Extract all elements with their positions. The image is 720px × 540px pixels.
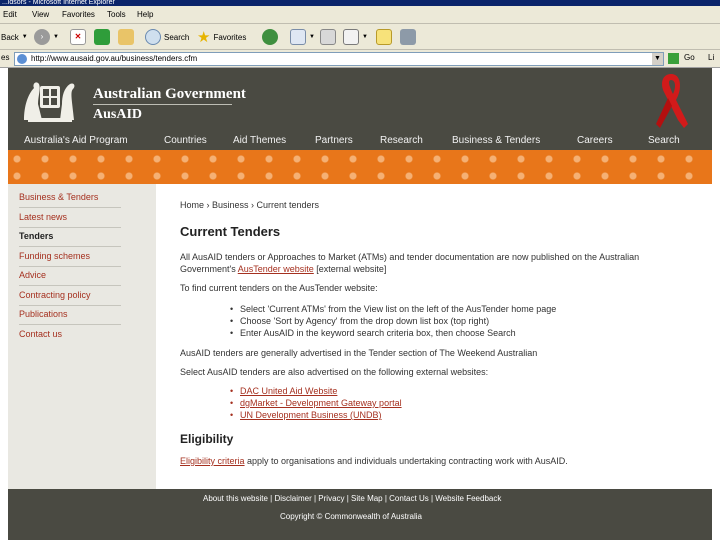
stop-icon: ✕ (70, 29, 86, 45)
address-input[interactable]: http://www.ausaid.gov.au/business/tender… (14, 52, 664, 66)
nav-research[interactable]: Research (380, 135, 423, 146)
back-button[interactable]: Back ▼ (1, 28, 28, 46)
eligibility-heading: Eligibility (180, 432, 234, 446)
menu-help[interactable]: Help (137, 10, 153, 19)
history-icon (262, 29, 278, 45)
star-icon: ★ (197, 29, 211, 46)
main-content: Home › Business › Current tenders Curren… (156, 184, 712, 489)
note-icon (376, 29, 392, 45)
home-icon (118, 29, 134, 45)
address-bar: es http://www.ausaid.gov.au/business/ten… (0, 50, 720, 68)
find-instructions: To find current tenders on the AusTender… (180, 283, 378, 293)
eligibility-line: Eligibility criteria apply to organisati… (180, 456, 568, 466)
footer-copyright: Copyright © Commonwealth of Australia (280, 512, 422, 521)
coat-of-arms-logo (24, 82, 75, 122)
site-footer: About this website | Disclaimer | Privac… (8, 489, 712, 540)
nav-countries[interactable]: Countries (164, 135, 207, 146)
research-icon (400, 29, 416, 45)
search-button[interactable]: Search (145, 28, 189, 46)
go-arrow-icon[interactable] (668, 53, 679, 64)
sidebar-item-funding-schemes[interactable]: Funding schemes (19, 247, 121, 267)
address-label: es (1, 53, 10, 62)
nav-careers[interactable]: Careers (577, 135, 613, 146)
nav-search[interactable]: Search (648, 135, 680, 146)
sidebar-item-publications[interactable]: Publications (19, 305, 121, 325)
edit-button[interactable]: ▼ (343, 28, 368, 46)
agency-name: AusAID (93, 107, 143, 122)
sidebar-item-contracting-policy[interactable]: Contracting policy (19, 286, 121, 306)
browser-toolbar: Back ▼ › ▼ ✕ Search ★ Favorites ▼ ▼ (0, 24, 720, 50)
mail-button[interactable]: ▼ (290, 28, 315, 46)
stop-button[interactable]: ✕ (70, 28, 86, 46)
dropdown-arrow-icon: ▼ (21, 34, 28, 40)
nav-aid-program[interactable]: Australia's Aid Program (24, 135, 128, 146)
edit-icon (343, 29, 359, 45)
refresh-button[interactable] (94, 28, 110, 46)
step-list-item: Choose 'Sort by Agency' from the drop do… (230, 316, 489, 326)
search-icon (145, 29, 161, 45)
menu-view[interactable]: View (32, 10, 49, 19)
nav-business-tenders[interactable]: Business & Tenders (452, 135, 540, 146)
red-ribbon-icon (656, 74, 688, 128)
intro-line-1: All AusAID tenders or Approaches to Mark… (180, 252, 640, 262)
dropdown-arrow-icon: ▼ (309, 34, 315, 40)
advertised-text: AusAID tenders are generally advertised … (180, 348, 538, 358)
go-button[interactable]: Go (684, 53, 695, 62)
back-button-label: Back (1, 32, 19, 42)
favorites-button-label: Favorites (213, 32, 247, 42)
external-link-undb[interactable]: UN Development Business (UNDB) (230, 410, 382, 420)
austender-link[interactable]: AusTender website (238, 264, 314, 274)
breadcrumb[interactable]: Home › Business › Current tenders (180, 200, 319, 210)
header-divider (93, 104, 232, 105)
footer-links[interactable]: About this website | Disclaimer | Privac… (203, 494, 501, 503)
step-list-item: Select 'Current ATMs' from the View list… (230, 304, 556, 314)
address-dropdown-icon[interactable]: ▼ (652, 53, 663, 65)
research-button[interactable] (400, 28, 416, 46)
intro-line-2: Government's AusTender website [external… (180, 264, 386, 274)
links-button[interactable]: Li (708, 53, 714, 62)
mail-icon (290, 29, 306, 45)
refresh-icon (94, 29, 110, 45)
sidebar-item-business-tenders[interactable]: Business & Tenders (19, 188, 121, 208)
menu-edit[interactable]: Edit (3, 10, 17, 19)
home-button[interactable] (118, 28, 134, 46)
page-title: Current Tenders (180, 224, 281, 239)
external-website-note: [external website] (313, 264, 387, 274)
decorative-pattern-banner (8, 150, 712, 184)
print-icon (320, 29, 336, 45)
eligibility-criteria-link[interactable]: Eligibility criteria (180, 456, 245, 466)
dropdown-arrow-icon: ▼ (53, 34, 59, 40)
government-name: Australian Government (93, 86, 246, 102)
intro-text: Government's (180, 264, 238, 274)
nav-partners[interactable]: Partners (315, 135, 353, 146)
sidebar-item-latest-news[interactable]: Latest news (19, 208, 121, 228)
sidebar-item-contact-us[interactable]: Contact us (19, 325, 121, 345)
history-button[interactable] (262, 28, 278, 46)
forward-arrow-icon: › (34, 29, 50, 45)
side-navigation: Business & Tenders Latest news Tenders F… (8, 184, 156, 489)
eligibility-text: apply to organisations and individuals u… (244, 456, 568, 466)
sidebar-item-advice[interactable]: Advice (19, 266, 121, 286)
menu-bar: Edit View Favorites Tools Help (0, 6, 720, 24)
menu-tools[interactable]: Tools (107, 10, 126, 19)
discuss-button[interactable] (376, 28, 392, 46)
nav-aid-themes[interactable]: Aid Themes (233, 135, 286, 146)
menu-favorites[interactable]: Favorites (62, 10, 95, 19)
search-button-label: Search (164, 32, 190, 42)
forward-button[interactable]: › ▼ (34, 28, 59, 46)
top-navigation: Australia's Aid Program Countries Aid Th… (8, 132, 712, 150)
step-list-item: Enter AusAID in the keyword search crite… (230, 328, 516, 338)
page-icon (17, 54, 27, 64)
address-url: http://www.ausaid.gov.au/business/tender… (31, 54, 198, 63)
external-link-dac[interactable]: DAC United Aid Website (230, 386, 337, 396)
sidebar-item-tenders[interactable]: Tenders (19, 227, 121, 247)
external-link-dgmarket[interactable]: dgMarket - Development Gateway portal (230, 398, 402, 408)
favorites-button[interactable]: ★ Favorites (197, 28, 246, 46)
external-sites-intro: Select AusAID tenders are also advertise… (180, 367, 489, 377)
print-button[interactable] (320, 28, 336, 46)
dropdown-arrow-icon: ▼ (362, 34, 368, 40)
